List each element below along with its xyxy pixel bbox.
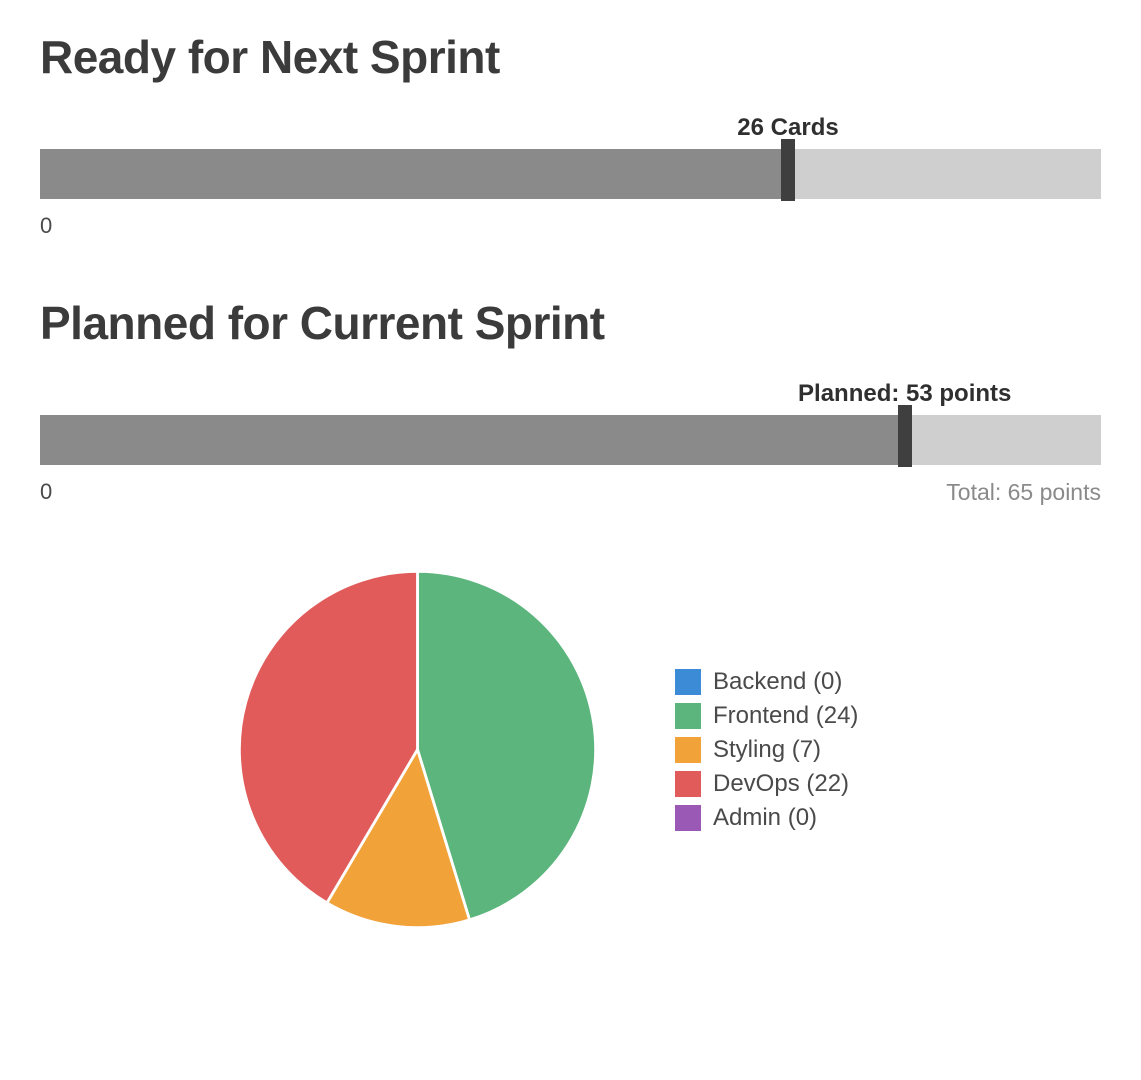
planned-gauge-marker <box>898 405 912 467</box>
ready-gauge-track <box>40 149 1101 199</box>
pie-legend-label: Frontend (24) <box>713 702 858 730</box>
ready-axis: 0 <box>40 213 1101 241</box>
planned-gauge-fill <box>40 415 905 465</box>
pie-legend-item-backend: Backend (0) <box>675 665 858 699</box>
pie-legend-label: Backend (0) <box>713 668 842 696</box>
ready-title: Ready for Next Sprint <box>40 30 1101 84</box>
ready-axis-left: 0 <box>40 213 52 239</box>
planned-marker-label: Planned: 53 points <box>798 380 1011 408</box>
pie-legend-label: DevOps (22) <box>713 770 849 798</box>
pie-legend-item-devops: DevOps (22) <box>675 767 858 801</box>
planned-gauge-track <box>40 415 1101 465</box>
planned-axis: 0 Total: 65 points <box>40 479 1101 507</box>
ready-gauge-marker <box>781 139 795 201</box>
pie-legend-label: Styling (7) <box>713 736 821 764</box>
pie-chart-block: Backend (0) Frontend (24) Styling (7) DevOp… <box>40 562 1101 937</box>
planned-title: Planned for Current Sprint <box>40 296 1101 350</box>
pie-legend-swatch <box>675 703 701 729</box>
pie-legend-swatch <box>675 737 701 763</box>
pie-legend: Backend (0) Frontend (24) Styling (7) DevOp… <box>675 665 858 835</box>
ready-gauge-fill <box>40 149 788 199</box>
pie-legend-swatch <box>675 669 701 695</box>
pie-legend-swatch <box>675 805 701 831</box>
pie-chart <box>230 562 605 937</box>
pie-legend-label: Admin (0) <box>713 804 817 832</box>
ready-marker-label: 26 Cards <box>737 114 838 142</box>
pie-legend-item-admin: Admin (0) <box>675 801 858 835</box>
ready-gauge: Ready for Next Sprint 26 Cards 0 <box>40 30 1101 241</box>
planned-axis-right: Total: 65 points <box>946 479 1101 506</box>
pie-legend-item-styling: Styling (7) <box>675 733 858 767</box>
planned-axis-left: 0 <box>40 479 52 505</box>
planned-gauge-bar: Planned: 53 points <box>40 380 1101 475</box>
planned-gauge: Planned for Current Sprint Planned: 53 p… <box>40 296 1101 507</box>
pie-legend-item-frontend: Frontend (24) <box>675 699 858 733</box>
ready-gauge-bar: 26 Cards <box>40 114 1101 209</box>
pie-legend-swatch <box>675 771 701 797</box>
